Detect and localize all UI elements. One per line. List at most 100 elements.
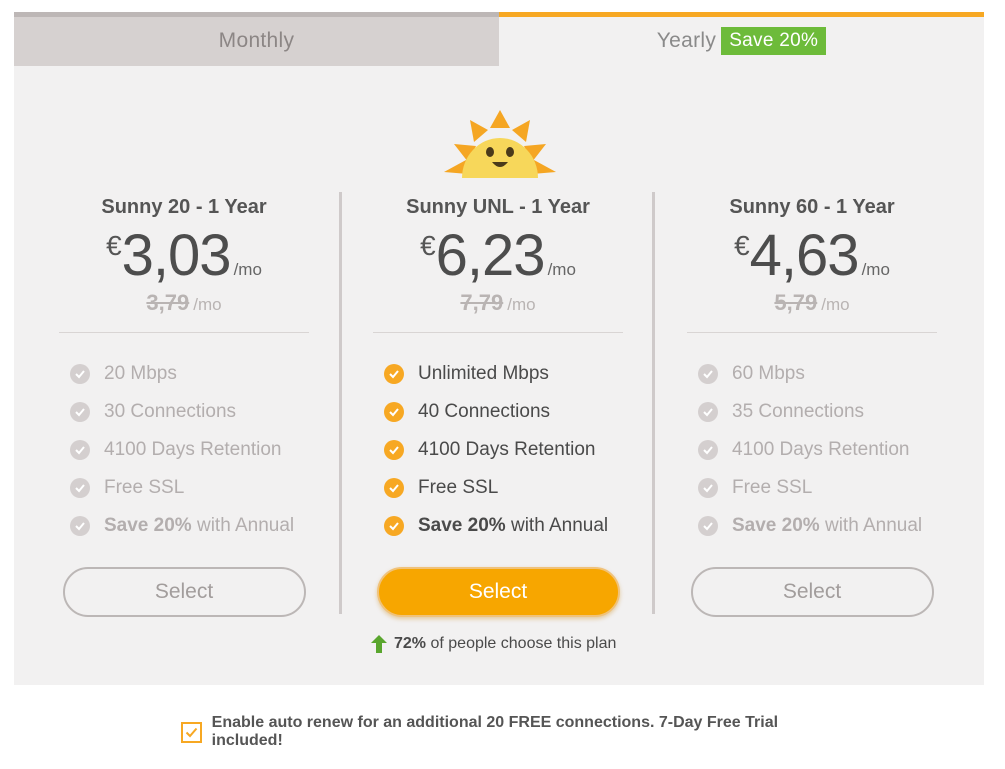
sun-mascot-icon	[444, 110, 556, 178]
plan-card-sunny-60: Sunny 60 - 1 Year €4,63/mo 5,79/mo 60 Mb…	[662, 192, 962, 617]
feature-item: Save 20% with Annual	[70, 507, 334, 545]
popular-text: of people choose this plan	[430, 635, 617, 652]
old-price: 7,79	[460, 290, 504, 315]
feature-item: Unlimited Mbps	[384, 355, 648, 393]
feature-item: 20 Mbps	[70, 355, 334, 393]
save-badge: Save 20%	[721, 26, 827, 55]
old-price-period: /mo	[193, 295, 222, 314]
feature-save-bold: Save 20%	[418, 515, 506, 536]
check-icon	[70, 402, 90, 422]
check-icon	[698, 478, 718, 498]
plan-divider	[339, 192, 342, 614]
feature-item: 4100 Days Retention	[384, 431, 648, 469]
feature-item: Free SSL	[384, 469, 648, 507]
feature-save-rest: with Annual	[505, 515, 609, 536]
tab-monthly[interactable]: Monthly	[14, 12, 499, 66]
tab-yearly[interactable]: Yearly Save 20%	[499, 12, 984, 66]
feature-label: 35 Connections	[732, 401, 865, 422]
price: €4,63/mo	[662, 226, 962, 286]
select-button-sunny-20[interactable]: Select	[62, 567, 306, 617]
feature-label: Free SSL	[732, 477, 813, 498]
check-icon	[70, 516, 90, 536]
feature-item: 4100 Days Retention	[70, 431, 334, 469]
feature-item: 35 Connections	[698, 393, 962, 431]
auto-renew-checkbox[interactable]	[181, 721, 202, 743]
check-icon	[70, 478, 90, 498]
old-price-period: /mo	[507, 295, 536, 314]
divider	[687, 332, 937, 333]
plan-divider	[652, 192, 655, 614]
feature-label: 4100 Days Retention	[418, 439, 596, 460]
feature-label: 20 Mbps	[104, 363, 177, 384]
currency-symbol: €	[106, 230, 122, 261]
plan-card-sunny-20: Sunny 20 - 1 Year €3,03/mo 3,79/mo 20 Mb…	[34, 192, 334, 617]
price-period: /mo	[861, 260, 890, 279]
feature-list: 20 Mbps 30 Connections 4100 Days Retenti…	[34, 355, 334, 545]
check-icon	[384, 402, 404, 422]
check-icon	[70, 364, 90, 384]
feature-save-rest: with Annual	[819, 515, 923, 536]
old-price: 5,79	[774, 290, 818, 315]
plan-title: Sunny UNL - 1 Year	[406, 196, 590, 218]
check-icon	[384, 478, 404, 498]
divider	[59, 332, 309, 333]
price-period: /mo	[233, 260, 262, 279]
check-icon	[384, 516, 404, 536]
feature-item: 40 Connections	[384, 393, 648, 431]
old-price-row: 5,79/mo	[662, 290, 962, 318]
currency-symbol: €	[420, 230, 436, 261]
check-icon	[698, 440, 718, 460]
popular-plan-note: 72% of people choose this plan	[370, 634, 640, 654]
select-button-sunny-unl[interactable]: Select	[376, 567, 620, 617]
old-price: 3,79	[146, 290, 190, 315]
currency-symbol: €	[734, 230, 750, 261]
price: €6,23/mo	[348, 226, 648, 286]
check-icon	[698, 516, 718, 536]
check-icon	[70, 440, 90, 460]
feature-label: Free SSL	[104, 477, 185, 498]
price-amount: 3,03	[121, 223, 232, 288]
feature-label: 40 Connections	[418, 401, 551, 422]
divider	[373, 332, 623, 333]
feature-label: 30 Connections	[104, 401, 237, 422]
old-price-row: 3,79/mo	[34, 290, 334, 318]
tab-yearly-label: Yearly	[656, 28, 717, 52]
billing-tabs: Monthly Yearly Save 20%	[14, 12, 984, 66]
feature-save-rest: with Annual	[191, 515, 295, 536]
feature-item: 4100 Days Retention	[698, 431, 962, 469]
old-price-row: 7,79/mo	[348, 290, 648, 318]
feature-item: 30 Connections	[70, 393, 334, 431]
feature-label: 4100 Days Retention	[104, 439, 282, 460]
select-button-sunny-60[interactable]: Select	[690, 567, 934, 617]
feature-label: 60 Mbps	[732, 363, 805, 384]
price-amount: 4,63	[749, 223, 860, 288]
plan-title: Sunny 60 - 1 Year	[729, 196, 895, 218]
feature-label: 4100 Days Retention	[732, 439, 910, 460]
feature-item: Save 20% with Annual	[384, 507, 648, 545]
feature-label: Free SSL	[418, 477, 499, 498]
feature-list: 60 Mbps 35 Connections 4100 Days Retenti…	[662, 355, 962, 545]
tab-monthly-label: Monthly	[218, 28, 295, 52]
checkmark-icon	[185, 727, 198, 737]
arrow-up-icon	[371, 635, 387, 653]
plan-card-sunny-unl: Sunny UNL - 1 Year €6,23/mo 7,79/mo Unli…	[348, 192, 648, 617]
price-period: /mo	[547, 260, 576, 279]
check-icon	[698, 402, 718, 422]
check-icon	[698, 364, 718, 384]
old-price-period: /mo	[821, 295, 850, 314]
auto-renew-label: Enable auto renew for an additional 20 F…	[211, 714, 779, 749]
feature-item: 60 Mbps	[698, 355, 962, 393]
feature-list: Unlimited Mbps 40 Connections 4100 Days …	[348, 355, 648, 545]
feature-item: Free SSL	[70, 469, 334, 507]
auto-renew-row: Enable auto renew for an additional 20 F…	[181, 714, 841, 750]
price: €3,03/mo	[34, 226, 334, 286]
feature-item: Save 20% with Annual	[698, 507, 962, 545]
feature-item: Free SSL	[698, 469, 962, 507]
price-amount: 6,23	[435, 223, 546, 288]
check-icon	[384, 440, 404, 460]
feature-save-bold: Save 20%	[732, 515, 820, 536]
feature-label: Unlimited Mbps	[418, 363, 549, 384]
feature-save-bold: Save 20%	[104, 515, 192, 536]
check-icon	[384, 364, 404, 384]
plan-title: Sunny 20 - 1 Year	[101, 196, 267, 218]
